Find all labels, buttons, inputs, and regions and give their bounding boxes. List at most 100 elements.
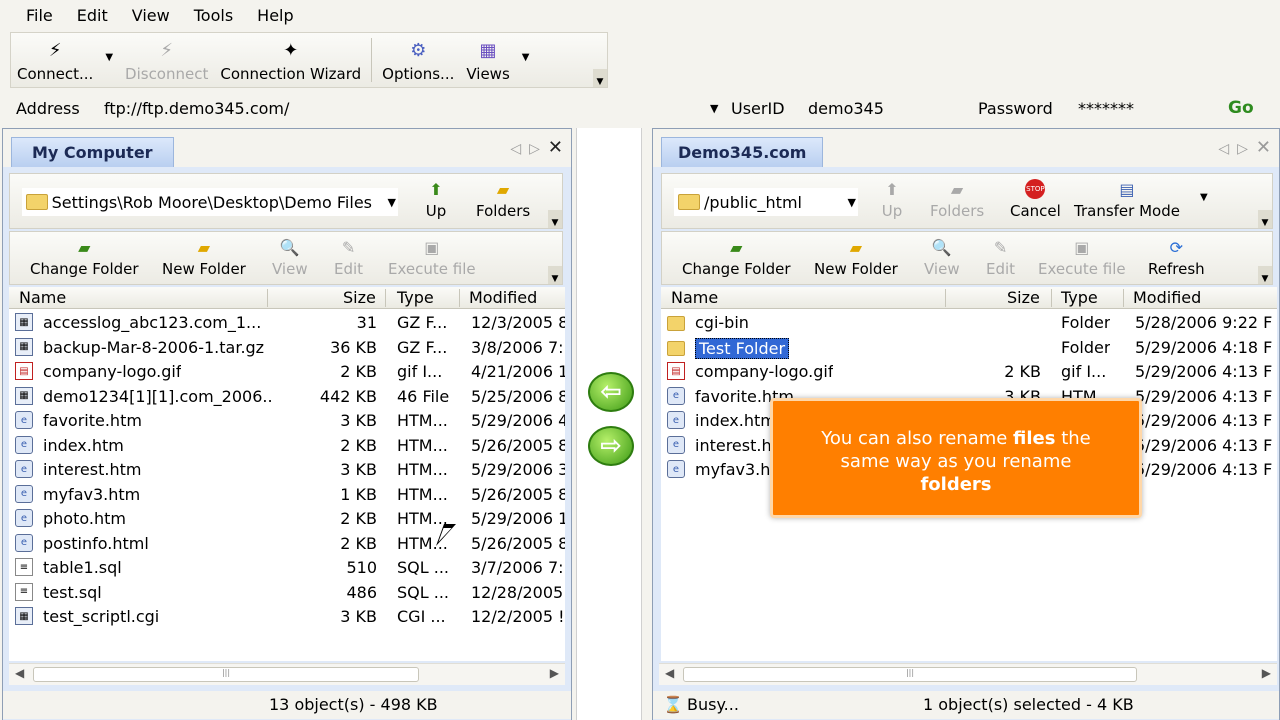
local-scroll-thumb[interactable]: ||| [33,667,419,682]
local-col-modified[interactable]: Modified [469,288,537,307]
col-divider[interactable] [1051,289,1052,307]
local-new-folder-button[interactable]: ▰ New Folder [162,236,246,279]
prev-tab-icon[interactable]: ◁ [510,141,529,157]
local-view-button[interactable]: 🔍 View [272,236,308,279]
file-row[interactable]: Test Folder Folder 5/29/2006 4:18 F [661,336,1277,360]
file-name[interactable]: index.htm [695,411,776,430]
file-row[interactable]: e photo.htm 2 KB HTM... 5/29/2006 1 [9,507,565,531]
scroll-left-icon[interactable]: ◀ [665,666,674,680]
col-divider[interactable] [1123,289,1124,307]
file-name[interactable]: company-logo.gif [695,362,833,381]
file-name[interactable]: postinfo.html [43,534,149,553]
file-row[interactable]: ▦ test_scriptl.cgi 3 KB CGI ... 12/2/2005 ! [9,605,565,629]
file-row[interactable]: ▦ demo1234[1][1].com_2006... 442 KB 46 File… [9,385,565,409]
local-col-size[interactable]: Size [343,288,376,307]
prev-tab-icon[interactable]: ◁ [1218,141,1237,157]
disconnect-button[interactable]: ⚡ Disconnect [119,33,214,87]
file-name[interactable]: Test Folder [695,337,790,359]
remote-action-overflow-icon[interactable]: ▼ [1258,266,1272,284]
file-name[interactable]: accesslog_abc123.com_1... [43,313,261,332]
address-dropdown-icon[interactable]: ▼ [710,102,718,115]
local-change-folder-button[interactable]: ▰ Change Folder [30,236,139,279]
col-divider[interactable] [267,289,268,307]
remote-scroll-thumb[interactable]: ||| [683,667,1137,682]
file-name[interactable]: demo1234[1][1].com_2006... [43,387,273,406]
local-col-type[interactable]: Type [397,288,434,307]
menu-help[interactable]: Help [245,6,305,25]
transfer-mode-button[interactable]: ▤ Transfer Mode [1074,178,1180,221]
path-dropdown-icon[interactable]: ▼ [848,196,856,209]
views-button[interactable]: ▦ Views [460,33,515,87]
file-row[interactable]: ▤ company-logo.gif 2 KB gif I... 5/29/2006 4… [661,360,1277,384]
download-arrow-button[interactable]: ⇦ [588,372,634,412]
remote-execute-button[interactable]: ▣ Execute file [1038,236,1126,279]
remote-edit-button[interactable]: ✎ Edit [986,236,1015,279]
local-execute-button[interactable]: ▣ Execute file [388,236,476,279]
remote-panel-tab[interactable]: Demo345.com [661,137,824,167]
file-name[interactable]: interest.ht [695,436,778,455]
file-row[interactable]: e myfav3.htm 1 KB HTM... 5/26/2005 8 [9,483,565,507]
cancel-button[interactable]: STOP Cancel [1010,178,1061,220]
file-name[interactable]: test_scriptl.cgi [43,607,159,626]
menu-tools[interactable]: Tools [182,6,245,25]
file-row[interactable]: ≡ test.sql 486 SQL ... 12/28/2005 [9,581,565,605]
file-name[interactable]: test.sql [43,583,102,602]
userid-input[interactable]: demo345 [808,99,884,118]
local-action-overflow-icon[interactable]: ▼ [548,266,562,284]
col-divider[interactable] [459,289,460,307]
close-panel-icon[interactable]: ✕ [1256,137,1271,158]
file-name[interactable]: myfav3.htm [43,485,140,504]
col-divider[interactable] [945,289,946,307]
next-tab-icon[interactable]: ▷ [1237,141,1256,157]
connect-button[interactable]: ⚡ Connect... [11,33,99,87]
close-panel-icon[interactable]: ✕ [548,137,563,158]
file-row[interactable]: cgi-bin Folder 5/28/2006 9:22 F [661,311,1277,335]
col-divider[interactable] [385,289,386,307]
file-row[interactable]: ▦ accesslog_abc123.com_1... 31 GZ F... 12/3/… [9,311,565,335]
menu-file[interactable]: File [14,6,65,25]
remote-new-folder-button[interactable]: ▰ New Folder [814,236,898,279]
transfer-mode-dropdown-icon[interactable]: ▼ [1200,192,1208,203]
local-edit-button[interactable]: ✎ Edit [334,236,363,279]
scroll-right-icon[interactable]: ▶ [550,666,559,680]
password-input[interactable]: ******* [1078,99,1134,118]
local-toolbar-overflow-icon[interactable]: ▼ [548,210,562,228]
file-name[interactable]: company-logo.gif [43,362,181,381]
remote-col-modified[interactable]: Modified [1133,288,1201,307]
file-name[interactable]: table1.sql [43,558,122,577]
file-row[interactable]: ▤ company-logo.gif 2 KB gif I... 4/21/2006 1 [9,360,565,384]
scroll-right-icon[interactable]: ▶ [1262,666,1271,680]
file-name[interactable]: backup-Mar-8-2006-1.tar.gz [43,338,264,357]
local-up-button[interactable]: ⬆ Up [424,178,448,221]
path-dropdown-icon[interactable]: ▼ [388,196,396,209]
file-name[interactable]: myfav3.ht [695,460,777,479]
file-row[interactable]: e postinfo.html 2 KB HTM... 5/26/2005 8 [9,532,565,556]
local-panel-tab[interactable]: My Computer [11,137,174,167]
upload-arrow-button[interactable]: ⇨ [588,426,634,466]
remote-up-button[interactable]: ⬆ Up [880,178,904,221]
file-row[interactable]: e favorite.htm 3 KB HTM... 5/29/2006 4 [9,409,565,433]
file-name[interactable]: cgi-bin [695,313,749,332]
address-input[interactable]: ftp://ftp.demo345.com/ [104,99,709,118]
remote-folders-button[interactable]: ▰ Folders [930,178,984,221]
remote-change-folder-button[interactable]: ▰ Change Folder [682,236,791,279]
views-dropdown-icon[interactable]: ▼ [516,52,536,63]
refresh-button[interactable]: ⟳ Refresh [1148,236,1205,279]
go-button[interactable]: Go [1228,98,1254,118]
next-tab-icon[interactable]: ▷ [529,141,548,157]
remote-col-type[interactable]: Type [1061,288,1098,307]
toolbar-overflow-icon[interactable]: ▼ [593,69,607,87]
local-path-combo[interactable]: Settings\Rob Moore\Desktop\Demo Files ▼ [22,188,398,216]
menu-edit[interactable]: Edit [65,6,120,25]
local-col-name[interactable]: Name [19,288,66,307]
remote-hscrollbar[interactable]: ◀ ||| ▶ [659,663,1277,685]
file-name[interactable]: photo.htm [43,509,126,528]
connect-dropdown-icon[interactable]: ▼ [99,52,119,63]
local-folders-button[interactable]: ▰ Folders [476,178,530,221]
scroll-left-icon[interactable]: ◀ [15,666,24,680]
file-name[interactable]: favorite.htm [43,411,142,430]
file-name[interactable]: index.htm [43,436,124,455]
file-row[interactable]: e interest.htm 3 KB HTM... 5/29/2006 3 [9,458,565,482]
menu-view[interactable]: View [120,6,182,25]
options-button[interactable]: ⚙ Options... [376,33,460,87]
